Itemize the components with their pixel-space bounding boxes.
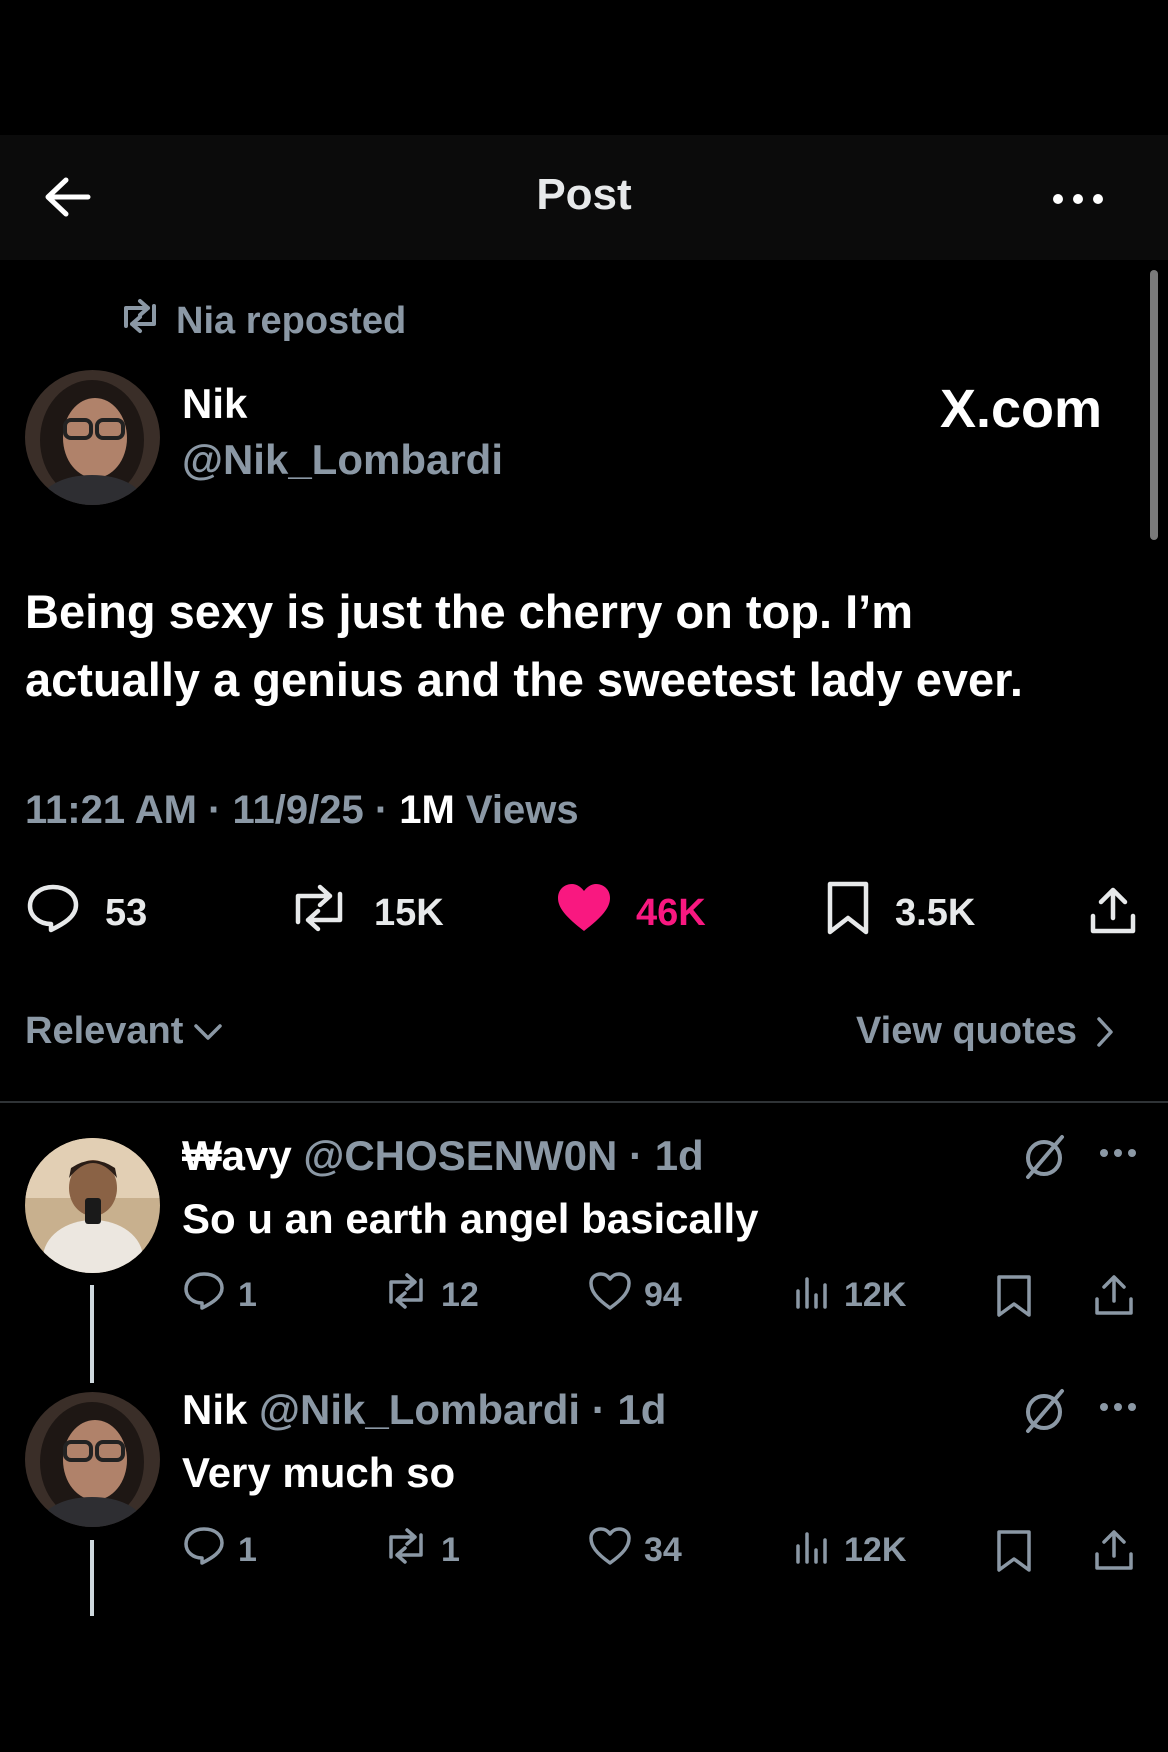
like-count: 94 <box>644 1275 682 1314</box>
chevron-down-icon <box>193 1022 223 1042</box>
reply-count: 53 <box>105 891 148 934</box>
bookmark-icon[interactable] <box>995 1528 1033 1579</box>
avatar[interactable] <box>25 1138 160 1273</box>
repost-icon <box>383 1272 441 1319</box>
view-quotes-link[interactable]: View quotes <box>856 1010 1115 1053</box>
reply-header[interactable]: Nik @Nik_Lombardi · 1d <box>182 1386 666 1434</box>
reply-icon <box>25 882 105 944</box>
heart-icon <box>588 1526 644 1575</box>
like-button[interactable]: 46K <box>556 883 706 943</box>
share-icon[interactable] <box>1088 886 1138 941</box>
avatar[interactable] <box>25 370 160 505</box>
reply-button[interactable]: 53 <box>25 883 147 943</box>
share-icon[interactable] <box>1093 1273 1135 1322</box>
post-text: Being sexy is just the cherry on top. I’… <box>25 578 1145 714</box>
sort-label: Relevant <box>25 1010 184 1052</box>
heart-icon <box>588 1271 644 1320</box>
author-handle[interactable]: @Nik_Lombardi <box>182 436 503 484</box>
sort-dropdown[interactable]: Relevant <box>25 1010 223 1053</box>
repost-button[interactable]: 15K <box>288 883 444 943</box>
bookmark-count: 3.5K <box>895 891 976 934</box>
reply-author-handle[interactable]: @Nik_Lombardi · 1d <box>259 1386 666 1433</box>
analytics-icon <box>792 1526 844 1575</box>
reply-icon <box>182 1270 238 1321</box>
avatar[interactable] <box>25 1392 160 1527</box>
views-count: 1M <box>399 788 455 832</box>
repost-icon <box>383 1527 441 1574</box>
repost-indicator[interactable]: Nia reposted <box>118 296 406 346</box>
repost-count: 15K <box>374 891 444 934</box>
grok-slash-icon[interactable] <box>1022 1132 1068 1187</box>
views-count: 12K <box>844 1530 907 1569</box>
like-count: 46K <box>636 891 706 934</box>
more-options-icon[interactable] <box>1098 1143 1140 1168</box>
view-quotes-label: View quotes <box>856 1010 1078 1052</box>
like-count: 34 <box>644 1530 682 1569</box>
reply-text: So u an earth angel basically <box>182 1195 759 1242</box>
reply-text: Very much so <box>182 1449 456 1496</box>
views-label: Views <box>454 788 579 832</box>
reply-icon <box>182 1525 238 1576</box>
thread-line <box>90 1540 94 1616</box>
repost-count: 12 <box>441 1275 479 1314</box>
post-text-line: Being sexy is just the cherry on top. I’… <box>25 585 913 638</box>
heart-filled-icon <box>556 882 636 944</box>
reply-header[interactable]: ₩avy @CHOSENW0N · 1d <box>182 1132 704 1180</box>
repost-button[interactable]: 1 <box>383 1525 460 1575</box>
grok-slash-icon[interactable] <box>1022 1386 1068 1441</box>
watermark: X.com <box>940 379 1103 439</box>
more-options-icon[interactable] <box>1098 1397 1140 1422</box>
post-timestamp[interactable]: 11:21 AM · 11/9/25 · <box>25 788 399 832</box>
like-button[interactable]: 34 <box>588 1525 682 1575</box>
repost-icon <box>118 298 176 344</box>
reply-count: 1 <box>238 1530 257 1569</box>
bookmark-icon <box>825 880 895 946</box>
page-title: Post <box>536 170 632 219</box>
chevron-right-icon <box>1095 1016 1115 1048</box>
views-button[interactable]: 12K <box>792 1525 906 1575</box>
reply-button[interactable]: 1 <box>182 1525 257 1575</box>
views-count: 12K <box>844 1275 907 1314</box>
reply-button[interactable]: 1 <box>182 1270 257 1320</box>
scrollbar[interactable] <box>1150 270 1158 540</box>
reply-count: 1 <box>238 1275 257 1314</box>
thread-line <box>90 1285 94 1383</box>
bookmark-icon[interactable] <box>995 1273 1033 1324</box>
analytics-icon <box>792 1271 844 1320</box>
share-icon[interactable] <box>1093 1528 1135 1577</box>
post-meta: 11:21 AM · 11/9/25 · 1M Views <box>25 788 579 833</box>
bookmark-button[interactable]: 3.5K <box>825 880 976 946</box>
more-options-icon[interactable] <box>1045 180 1115 218</box>
author-name[interactable]: Nik <box>182 380 247 428</box>
reply-author-handle[interactable]: @CHOSENW0N · 1d <box>303 1132 703 1179</box>
reply-author-name[interactable]: Nik <box>182 1386 247 1433</box>
reply-author-name[interactable]: ₩avy <box>182 1132 292 1179</box>
repost-button[interactable]: 12 <box>383 1270 479 1320</box>
repost-count: 1 <box>441 1530 460 1569</box>
post-text-line: actually a genius and the sweetest lady … <box>25 653 1023 706</box>
repost-label: Nia reposted <box>176 299 407 342</box>
divider <box>0 1101 1168 1103</box>
views-button[interactable]: 12K <box>792 1270 906 1320</box>
repost-icon <box>288 884 374 942</box>
like-button[interactable]: 94 <box>588 1270 682 1320</box>
